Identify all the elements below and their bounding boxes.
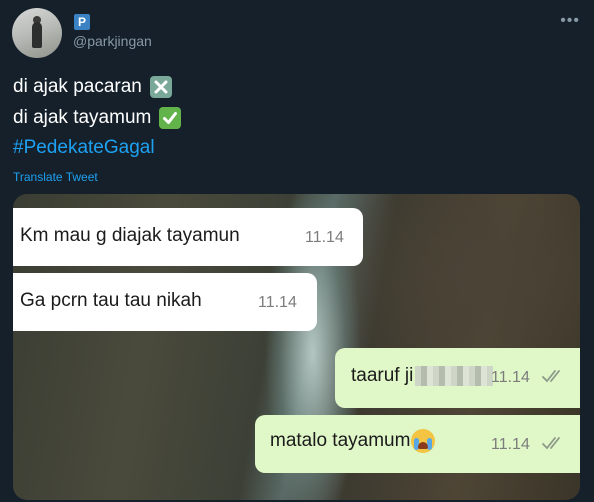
message-text-visible: matalo tayamum xyxy=(270,430,411,451)
message-time: 11.14 xyxy=(305,229,344,246)
avatar-figure xyxy=(32,22,42,48)
double-check-icon xyxy=(542,370,560,383)
tweet-text-line-1-label: di ajak pacaran xyxy=(13,76,142,97)
tweet-text-line-1: di ajak pacaran xyxy=(13,76,172,98)
cross-mark-icon xyxy=(149,76,172,98)
message-text: matalo tayamum xyxy=(270,429,436,453)
double-check-icon xyxy=(542,437,560,450)
message-time: 11.14 xyxy=(491,436,530,453)
blurred-text xyxy=(415,365,494,386)
tweet-media-image[interactable]: Km mau g diajak tayamun 11.14 Ga pcrn ta… xyxy=(13,194,580,500)
message-time: 11.14 xyxy=(258,294,297,311)
chat-bubble-incoming: Km mau g diajak tayamun 11.14 xyxy=(13,208,363,266)
translate-tweet-link[interactable]: Translate Tweet xyxy=(13,170,98,184)
avatar[interactable] xyxy=(12,8,62,58)
chat-bubble-outgoing: taaruf ji 11.14 xyxy=(335,348,580,408)
message-text: Ga pcrn tau tau nikah xyxy=(20,290,202,311)
author-handle[interactable]: @parkjingan xyxy=(73,33,152,49)
message-text: Km mau g diajak tayamun xyxy=(20,225,240,246)
message-text-visible: taaruf ji xyxy=(351,365,414,386)
message-time: 11.14 xyxy=(491,369,530,386)
author-name[interactable]: P xyxy=(74,14,90,30)
tweet-text-line-2: di ajak tayamum xyxy=(13,107,182,129)
check-mark-icon xyxy=(159,107,182,129)
more-options-icon[interactable]: ••• xyxy=(560,12,580,30)
hashtag-link[interactable]: #PedekateGagal xyxy=(13,137,155,159)
message-text: taaruf ji xyxy=(351,365,494,387)
chat-bubble-incoming: Ga pcrn tau tau nikah 11.14 xyxy=(13,273,317,331)
chat-bubble-outgoing: matalo tayamum 11.14 xyxy=(255,415,580,473)
tweet-text-line-2-label: di ajak tayamum xyxy=(13,107,152,128)
crying-face-icon xyxy=(411,429,436,453)
